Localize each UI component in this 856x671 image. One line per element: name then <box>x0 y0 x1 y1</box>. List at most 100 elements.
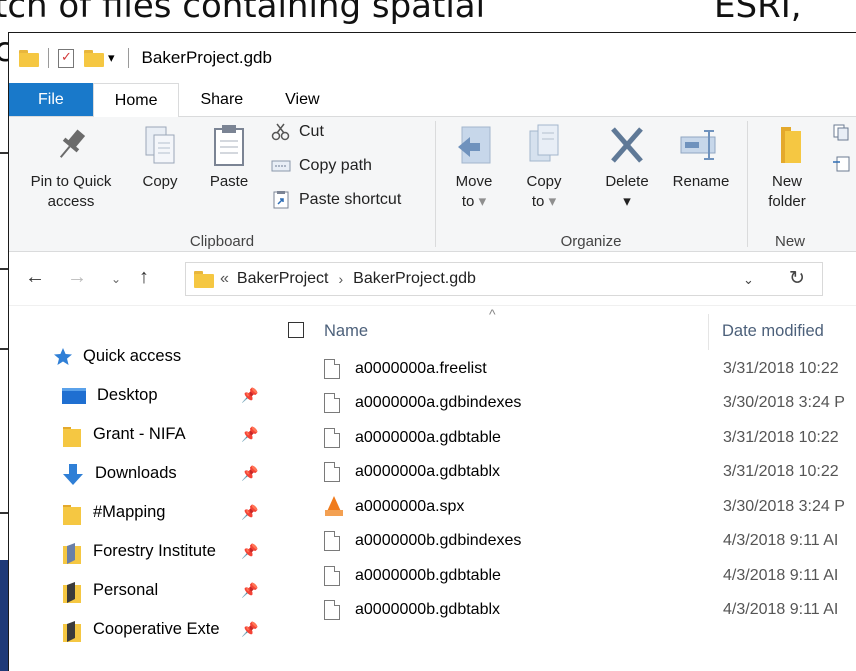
file-row[interactable]: a0000000b.gdbindexes 4/3/2018 9:11 AI <box>267 526 856 560</box>
up-arrow-icon[interactable]: ↑ <box>139 266 149 289</box>
file-icon <box>324 462 340 482</box>
pin-icon[interactable]: 📌 <box>241 426 258 443</box>
file-row[interactable]: a0000000b.gdbtablx 4/3/2018 9:11 AI <box>267 595 856 629</box>
new-folder-label-line1: New <box>771 173 802 190</box>
file-row[interactable]: a0000000a.spx 3/30/2018 3:24 P <box>267 492 856 526</box>
pin-icon[interactable]: 📌 <box>241 504 258 521</box>
address-field[interactable]: « BakerProject › BakerProject.gdb <box>185 262 823 296</box>
folder-special-icon <box>63 581 83 603</box>
clipboard-icon <box>210 123 248 167</box>
new-item-button[interactable] <box>832 123 856 141</box>
breadcrumb-item[interactable]: BakerProject.gdb <box>353 270 476 288</box>
copy-icon <box>142 123 178 167</box>
move-to-label-line1: Move <box>455 173 493 190</box>
title-bar: ▾ BakerProject.gdb <box>9 33 856 83</box>
cut-label: Cut <box>299 123 324 140</box>
new-folder-label-line2: folder <box>768 193 806 210</box>
file-row[interactable]: a0000000b.gdbtable 4/3/2018 9:11 AI <box>267 561 856 595</box>
file-date: 3/30/2018 3:24 P <box>723 498 845 515</box>
folder-special-icon <box>63 542 83 564</box>
recent-locations-chevron-icon[interactable]: ⌄ <box>111 272 121 286</box>
breadcrumb-chevron-icon[interactable]: › <box>339 271 344 287</box>
forward-arrow-icon[interactable]: → <box>67 266 87 289</box>
rename-button[interactable]: Rename <box>664 123 738 192</box>
folder-icon[interactable] <box>19 49 39 67</box>
file-name: a0000000a.gdbtable <box>355 429 501 446</box>
file-date: 3/31/2018 10:22 <box>723 360 839 377</box>
pin-to-quick-access-button[interactable]: Pin to Quick access <box>17 123 125 212</box>
copy-button[interactable]: Copy <box>131 123 189 192</box>
back-arrow-icon[interactable]: ← <box>25 266 45 289</box>
easy-access-icon <box>832 155 852 173</box>
properties-icon[interactable] <box>58 48 74 68</box>
address-dropdown-icon[interactable]: ⌄ <box>743 272 754 288</box>
copy-to-button[interactable]: Copy to ▾ <box>514 123 574 212</box>
copy-label: Copy <box>142 173 178 190</box>
file-date: 4/3/2018 9:11 AI <box>723 567 839 584</box>
slide-text-left: tch of files containing spatial <box>0 0 486 26</box>
paste-button[interactable]: Paste <box>199 123 259 192</box>
tab-file[interactable]: File <box>9 83 93 116</box>
file-name: a0000000b.gdbtablx <box>355 601 501 618</box>
sort-ascending-caret-icon: ^ <box>489 306 496 322</box>
tab-share[interactable]: Share <box>179 83 264 116</box>
paste-shortcut-button[interactable]: Paste shortcut <box>271 191 401 209</box>
file-name: a0000000a.freelist <box>355 360 487 377</box>
pin-icon[interactable]: 📌 <box>241 621 258 638</box>
slide-text-right: ESRI, <box>714 0 802 26</box>
nav-item-cooperative-exte[interactable]: Cooperative Exte 📌 <box>9 610 267 649</box>
vlc-cone-icon <box>325 496 343 516</box>
delete-button[interactable]: Delete ▾ <box>596 123 658 212</box>
quick-access-toolbar-dropdown[interactable]: ▾ <box>108 50 115 66</box>
breadcrumb-overflow[interactable]: « <box>220 270 229 288</box>
new-group: New folder New <box>748 117 856 252</box>
paste-shortcut-label: Paste shortcut <box>299 191 402 208</box>
nav-item-desktop[interactable]: Desktop 📌 <box>9 376 267 415</box>
file-name: a0000000b.gdbtable <box>355 567 501 584</box>
tab-view[interactable]: View <box>264 83 340 116</box>
pin-icon[interactable]: 📌 <box>241 465 258 482</box>
pin-icon[interactable]: 📌 <box>241 387 258 404</box>
column-divider[interactable] <box>708 314 709 350</box>
star-icon <box>53 347 73 367</box>
new-group-label: New <box>774 233 805 250</box>
nav-item-label: #Mapping <box>93 503 166 521</box>
nav-item-personal[interactable]: Personal 📌 <box>9 571 267 610</box>
breadcrumb-item[interactable]: BakerProject <box>237 270 329 288</box>
rename-icon <box>679 123 723 167</box>
file-row[interactable]: a0000000a.gdbtable 3/31/2018 10:22 <box>267 423 856 457</box>
file-row[interactable]: a0000000a.gdbtablx 3/31/2018 10:22 <box>267 457 856 491</box>
file-date: 4/3/2018 9:11 AI <box>723 532 839 549</box>
nav-item-mapping[interactable]: #Mapping 📌 <box>9 493 267 532</box>
file-date: 3/31/2018 10:22 <box>723 463 839 480</box>
nav-item-grant-nifa[interactable]: Grant - NIFA 📌 <box>9 415 267 454</box>
copy-to-icon <box>524 123 564 167</box>
nav-item-forestry-institute[interactable]: Forestry Institute 📌 <box>9 532 267 571</box>
column-header-date-modified[interactable]: Date modified <box>722 322 824 341</box>
copy-path-button[interactable]: Copy path <box>271 157 372 175</box>
new-folder-quick-icon[interactable] <box>84 49 104 67</box>
new-folder-button[interactable]: New folder <box>754 123 820 212</box>
select-all-checkbox[interactable] <box>288 322 304 338</box>
desktop-icon <box>61 386 87 406</box>
pin-label-line1: Pin to Quick <box>30 173 112 190</box>
easy-access-button[interactable] <box>832 155 856 173</box>
cut-button[interactable]: Cut <box>271 123 324 141</box>
toolbar-separator <box>127 48 129 68</box>
folder-icon <box>63 425 83 447</box>
column-header-name[interactable]: Name <box>324 322 368 341</box>
pin-icon[interactable]: 📌 <box>241 582 258 599</box>
nav-item-downloads[interactable]: Downloads 📌 <box>9 454 267 493</box>
file-row[interactable]: a0000000a.gdbindexes 3/30/2018 3:24 P <box>267 388 856 422</box>
organize-group-label: Organize <box>560 233 622 250</box>
tab-home[interactable]: Home <box>92 83 180 117</box>
move-to-label-line2: to <box>461 193 475 210</box>
pin-icon[interactable]: 📌 <box>241 543 258 560</box>
file-row[interactable]: a0000000a.freelist 3/31/2018 10:22 <box>267 354 856 388</box>
folder-icon <box>63 503 83 525</box>
content-area: Quick access Desktop 📌 Grant - NIFA 📌 Do… <box>9 306 856 646</box>
copy-path-label: Copy path <box>299 157 372 174</box>
move-to-button[interactable]: Move to ▾ <box>446 123 502 212</box>
refresh-icon[interactable]: ↻ <box>789 267 805 290</box>
nav-item-quick-access[interactable]: Quick access <box>9 337 267 376</box>
